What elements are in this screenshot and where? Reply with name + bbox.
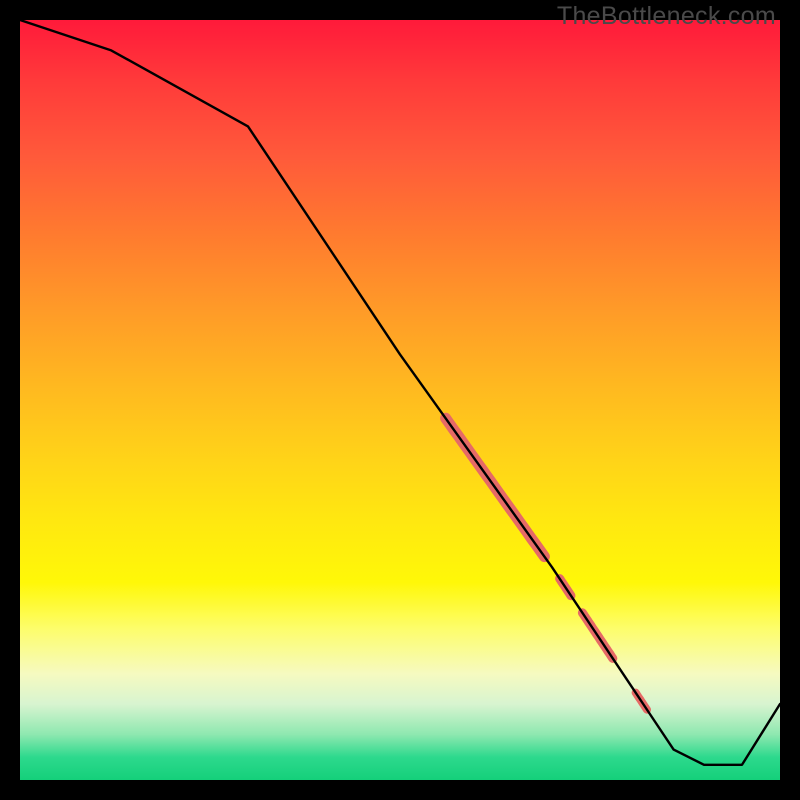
watermark-text: TheBottleneck.com [557, 2, 776, 31]
plot-area [20, 20, 780, 780]
chart-frame: TheBottleneck.com [0, 0, 800, 800]
chart-overlay [20, 20, 780, 780]
bottleneck-curve [20, 20, 780, 765]
